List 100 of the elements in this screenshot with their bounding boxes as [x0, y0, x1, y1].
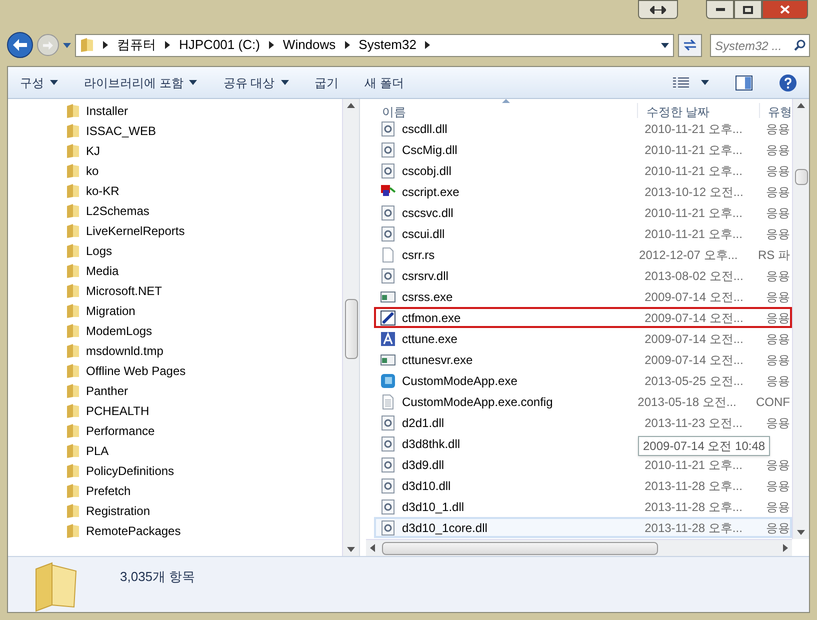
- gear-document-icon: [380, 204, 396, 220]
- folder-item[interactable]: PLA: [66, 441, 342, 461]
- folder-icon: [66, 203, 80, 219]
- folder-item[interactable]: Migration: [66, 301, 342, 321]
- folder-item[interactable]: ko-KR: [66, 181, 342, 201]
- address-bar[interactable]: 컴퓨터 HJPC001 (C:) Windows System32: [75, 34, 674, 56]
- file-type: 응용: [765, 162, 790, 180]
- file-date: 2009-07-14 오전...: [644, 330, 744, 348]
- folder-item[interactable]: PolicyDefinitions: [66, 461, 342, 481]
- folder-icon: [66, 463, 80, 479]
- gear-document-icon: [380, 226, 396, 242]
- file-name: cttune.exe: [402, 330, 458, 348]
- file-date: 2013-05-25 오전...: [644, 372, 744, 390]
- file-name: cscript.exe: [402, 184, 460, 200]
- file-name: d3d9.dll: [402, 456, 444, 474]
- maximize-button[interactable]: [734, 0, 762, 19]
- folder-item[interactable]: ko: [66, 161, 342, 181]
- toolbar-button[interactable]: 공유 대상: [223, 74, 289, 92]
- file-type: 응용: [765, 268, 790, 284]
- file-type: 응용: [765, 352, 790, 368]
- caret-icon: [701, 80, 709, 85]
- folder-item[interactable]: Microsoft.NET: [66, 281, 342, 301]
- folder-item[interactable]: ModemLogs: [66, 321, 342, 341]
- caret-icon: [189, 80, 198, 85]
- breadcrumb[interactable]: System32: [358, 35, 416, 55]
- caret-icon: [280, 80, 289, 85]
- window-icon: [380, 288, 396, 304]
- file-date: 2010-11-21 오후...: [644, 142, 744, 158]
- forward-arrow-icon: [43, 40, 53, 50]
- folder-item[interactable]: L2Schemas: [66, 201, 342, 221]
- close-button[interactable]: [762, 0, 808, 19]
- blank-document-icon: [380, 246, 396, 262]
- scroll-thumb[interactable]: [382, 542, 658, 555]
- file-row[interactable]: ctfmon.exe 2009-07-14 오전... 응용: [374, 307, 792, 328]
- folder-item[interactable]: Performance: [66, 421, 342, 441]
- refresh-button[interactable]: [678, 34, 702, 56]
- scroll-thumb[interactable]: [345, 299, 358, 359]
- folder-item[interactable]: Media: [66, 261, 342, 281]
- folder-item[interactable]: Offline Web Pages: [66, 361, 342, 381]
- back-arrow-icon: [13, 39, 27, 51]
- chevron-icon: [165, 41, 170, 49]
- minimize-button[interactable]: [706, 0, 734, 19]
- file-date: 2010-11-21 오후...: [644, 226, 744, 242]
- toolbar-button[interactable]: 구성: [20, 74, 58, 92]
- breadcrumb[interactable]: HJPC001 (C:): [179, 35, 260, 55]
- scrollbar[interactable]: [342, 99, 359, 556]
- back-button[interactable]: [7, 32, 33, 58]
- toolbar-button[interactable]: 라이브러리에 포함: [84, 74, 198, 92]
- preview-pane-icon[interactable]: [735, 74, 753, 90]
- file-date: 2013-11-23 오전...: [644, 414, 744, 432]
- folder-item[interactable]: Installer: [66, 101, 342, 121]
- file-type: 응용: [765, 310, 790, 326]
- file-type: RS 파: [756, 246, 790, 264]
- file-type: 응용: [765, 414, 790, 432]
- file-type: 응용: [765, 330, 790, 348]
- file-date: 2013-11-28 오후...: [644, 498, 744, 516]
- toolbar-button[interactable]: 굽기: [314, 74, 339, 92]
- folder-item[interactable]: PCHEALTH: [66, 401, 342, 421]
- folder-item[interactable]: ISSAC_WEB: [66, 121, 342, 141]
- gear-document-icon: [380, 414, 396, 430]
- scroll-thumb[interactable]: [795, 169, 808, 185]
- file-name: cscsvc.dll: [402, 204, 454, 222]
- scroll-down-icon: [797, 530, 805, 535]
- folder-icon: [66, 103, 80, 119]
- toolbar-button[interactable]: 새 폴더: [364, 74, 404, 92]
- view-button[interactable]: [673, 76, 709, 88]
- caret-icon: [50, 80, 58, 85]
- folder-icon: [66, 183, 80, 199]
- file-name: csrr.rs: [402, 246, 435, 264]
- folder-icon: [66, 283, 80, 299]
- folder-item[interactable]: Registration: [66, 501, 342, 521]
- folder-icon: [66, 403, 80, 419]
- folder-item[interactable]: Logs: [66, 241, 342, 261]
- file-name: cscdll.dll: [402, 120, 448, 138]
- file-date: 2010-11-21 오후...: [644, 204, 744, 222]
- file-name: d2d1.dll: [402, 414, 444, 432]
- file-date: 2012-12-07 오후...: [638, 246, 739, 264]
- folder-item[interactable]: Panther: [66, 381, 342, 401]
- file-date: 2013-10-12 오전...: [644, 184, 744, 200]
- folder-item[interactable]: KJ: [66, 141, 342, 161]
- folder-icon: [66, 323, 80, 339]
- folder-icon: [66, 483, 80, 499]
- search-field[interactable]: System32 ...: [710, 34, 810, 57]
- help-icon[interactable]: [779, 74, 797, 92]
- breadcrumb[interactable]: Windows: [282, 35, 336, 55]
- column-heading[interactable]: 이름: [374, 103, 638, 121]
- gear-document-icon: [380, 478, 396, 494]
- scrollbar[interactable]: [792, 99, 809, 539]
- file-date: 2009-07-14 오전...: [644, 288, 744, 306]
- horizontal-scrollbar[interactable]: [366, 539, 792, 556]
- folder-item[interactable]: msdownld.tmp: [66, 341, 342, 361]
- forward-button[interactable]: [37, 34, 59, 56]
- file-name: cscui.dll: [402, 226, 445, 242]
- folder-item[interactable]: RemotePackages: [66, 521, 342, 541]
- resize-button[interactable]: [638, 0, 678, 19]
- folder-item[interactable]: Prefetch: [66, 481, 342, 501]
- breadcrumb[interactable]: 컴퓨터: [117, 35, 156, 55]
- file-name: CustomModeApp.exe.config: [402, 394, 553, 410]
- folder-item[interactable]: LiveKernelReports: [66, 221, 342, 241]
- file-row[interactable]: d3d10_1core.dll 2013-11-28 오후... 응용: [374, 517, 792, 538]
